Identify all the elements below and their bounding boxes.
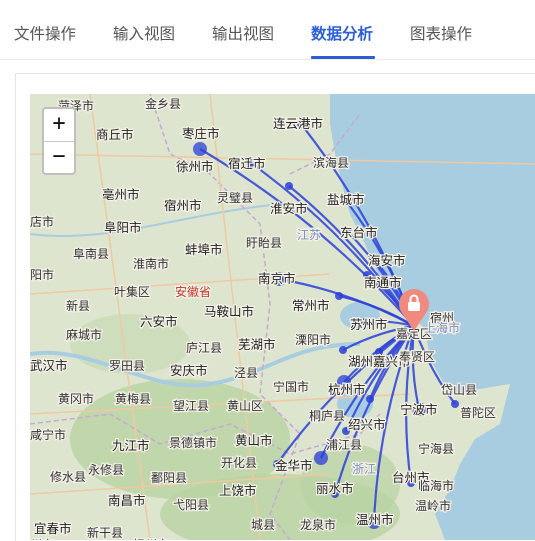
city-label: 庐江县 bbox=[186, 340, 222, 355]
city-label: 修水县 bbox=[50, 469, 86, 484]
city-label: 咸宁市 bbox=[30, 427, 66, 442]
city-label: 龙泉市 bbox=[300, 517, 336, 532]
city-label: 岱山县 bbox=[441, 383, 477, 397]
city-label: 店市 bbox=[30, 214, 54, 229]
city-label: 宁海县 bbox=[418, 441, 454, 456]
origin-point[interactable] bbox=[285, 182, 293, 190]
origin-point[interactable] bbox=[339, 346, 347, 354]
flow-map[interactable]: 菏泽市 金乡县 枣庄市 连云港市 商丘市 徐州市 宿迁市 滨海县 亳州市 灵璧县 宿州市 盐城市 淮安市… bbox=[30, 94, 535, 540]
city-label: 泾县 bbox=[234, 366, 258, 380]
hub-label: 上海市 bbox=[424, 320, 460, 335]
city-label: 常州市 bbox=[292, 298, 330, 313]
lock-icon bbox=[408, 302, 420, 311]
city-label: 六安市 bbox=[140, 314, 178, 329]
city-label: 九江市 bbox=[112, 438, 150, 453]
city-label: 杭州市 bbox=[328, 382, 366, 397]
city-label: 浙江 bbox=[352, 462, 376, 476]
city-label: 安庆市 bbox=[170, 363, 208, 378]
city-label: 芜湖市 bbox=[238, 337, 276, 352]
city-label: 阜南县 bbox=[73, 246, 109, 261]
city-label: 罗田县 bbox=[109, 359, 145, 373]
city-label: 淮南市 bbox=[133, 256, 169, 271]
city-label: 黄山市 bbox=[235, 433, 273, 448]
city-label: 连云港市 bbox=[273, 116, 323, 131]
zoom-control: + − bbox=[42, 107, 76, 175]
tab-input-view[interactable]: 输入视图 bbox=[113, 22, 175, 44]
city-label: 东台市 bbox=[340, 225, 378, 240]
city-label: 亳州市 bbox=[102, 187, 140, 202]
city-label: 弋阳县 bbox=[173, 498, 209, 512]
tab-output-view[interactable]: 输出视图 bbox=[212, 22, 274, 44]
city-label: 黄山区 bbox=[227, 399, 263, 413]
city-label: 丽水市 bbox=[316, 481, 354, 496]
city-label: 盐城市 bbox=[327, 192, 365, 207]
city-label: 海安市 bbox=[368, 253, 406, 268]
tab-chart-ops[interactable]: 图表操作 bbox=[410, 22, 472, 44]
city-label: 鄱阳县 bbox=[151, 471, 187, 485]
tab-data-analysis[interactable]: 数据分析 bbox=[311, 22, 373, 44]
city-label: 温州市 bbox=[356, 512, 394, 527]
city-label: 溧阳市 bbox=[295, 332, 331, 347]
city-label: 南通市 bbox=[364, 275, 402, 290]
city-label: 滨海县 bbox=[313, 155, 349, 170]
city-label: 新干县 bbox=[87, 525, 123, 540]
city-label: 宁波市 bbox=[400, 402, 438, 417]
city-label: 盱眙县 bbox=[246, 236, 282, 250]
city-label: 灵璧县 bbox=[217, 190, 253, 205]
city-label: 苏州市 bbox=[350, 317, 388, 332]
city-label: 阜阳市 bbox=[104, 220, 142, 235]
city-label: 宁国市 bbox=[273, 379, 309, 394]
city-label: 南昌市 bbox=[108, 493, 146, 508]
city-label: 马鞍山市 bbox=[204, 304, 254, 319]
city-label: 上饶市 bbox=[219, 483, 257, 498]
tab-file-ops[interactable]: 文件操作 bbox=[14, 22, 76, 44]
city-label: 永修县 bbox=[88, 462, 124, 477]
origin-point[interactable] bbox=[451, 400, 459, 408]
city-label: 枣庄市 bbox=[182, 126, 220, 141]
city-label: 浦江县 bbox=[326, 438, 362, 452]
city-label: 麻城市 bbox=[66, 327, 102, 342]
zoom-in-button[interactable]: + bbox=[44, 109, 74, 142]
city-label: 蚌埠市 bbox=[185, 242, 223, 257]
city-label: 奉贤区 bbox=[399, 350, 435, 364]
map-canvas: 菏泽市 金乡县枣庄市连云港市商丘市徐州市 宿迁市 滨海县亳州市 灵璧县宿州市 盐城市淮安市… bbox=[30, 94, 535, 540]
city-label: 普陀区 bbox=[460, 405, 496, 420]
origin-point[interactable] bbox=[193, 142, 207, 156]
city-label: 临海市 bbox=[418, 478, 454, 493]
city-label: 开化县 bbox=[221, 456, 257, 470]
city-label: 宜春市 bbox=[34, 521, 72, 536]
city-label: 阳市 bbox=[30, 267, 54, 282]
city-label: 桐庐县 bbox=[309, 408, 345, 423]
city-label: 新县 bbox=[66, 298, 90, 313]
city-label: 宿州市 bbox=[164, 198, 202, 213]
origin-point[interactable] bbox=[335, 292, 343, 300]
city-label: 金乡县 bbox=[145, 96, 181, 111]
city-label: 徐州市 bbox=[176, 159, 214, 174]
city-label: 商丘市 bbox=[96, 127, 134, 142]
city-label: 武汉市 bbox=[30, 358, 68, 373]
city-label: 温岭市 bbox=[415, 498, 451, 513]
origin-point[interactable] bbox=[314, 451, 328, 465]
city-label: 金华市 bbox=[275, 458, 313, 473]
city-label: 城县 bbox=[251, 518, 275, 532]
city-label: 绍兴市 bbox=[348, 417, 386, 432]
city-label: 景德镇市 bbox=[169, 435, 217, 450]
zoom-out-button[interactable]: − bbox=[44, 142, 74, 173]
city-label: 黄冈市 bbox=[58, 391, 94, 406]
city-label: 江苏 bbox=[297, 228, 321, 242]
tab-bar: 文件操作 输入视图 输出视图 数据分析 图表操作 bbox=[0, 0, 535, 60]
city-label: 南京市 bbox=[258, 271, 296, 286]
city-label: 宿迁市 bbox=[228, 156, 266, 171]
city-label: 黄梅县 bbox=[115, 391, 151, 406]
active-tab-indicator bbox=[311, 56, 375, 59]
city-label: 叶集区 bbox=[114, 284, 150, 299]
city-label: 淮安市 bbox=[270, 201, 308, 216]
city-label: 望江县 bbox=[173, 399, 209, 413]
city-label: 安徽省 bbox=[175, 284, 211, 299]
